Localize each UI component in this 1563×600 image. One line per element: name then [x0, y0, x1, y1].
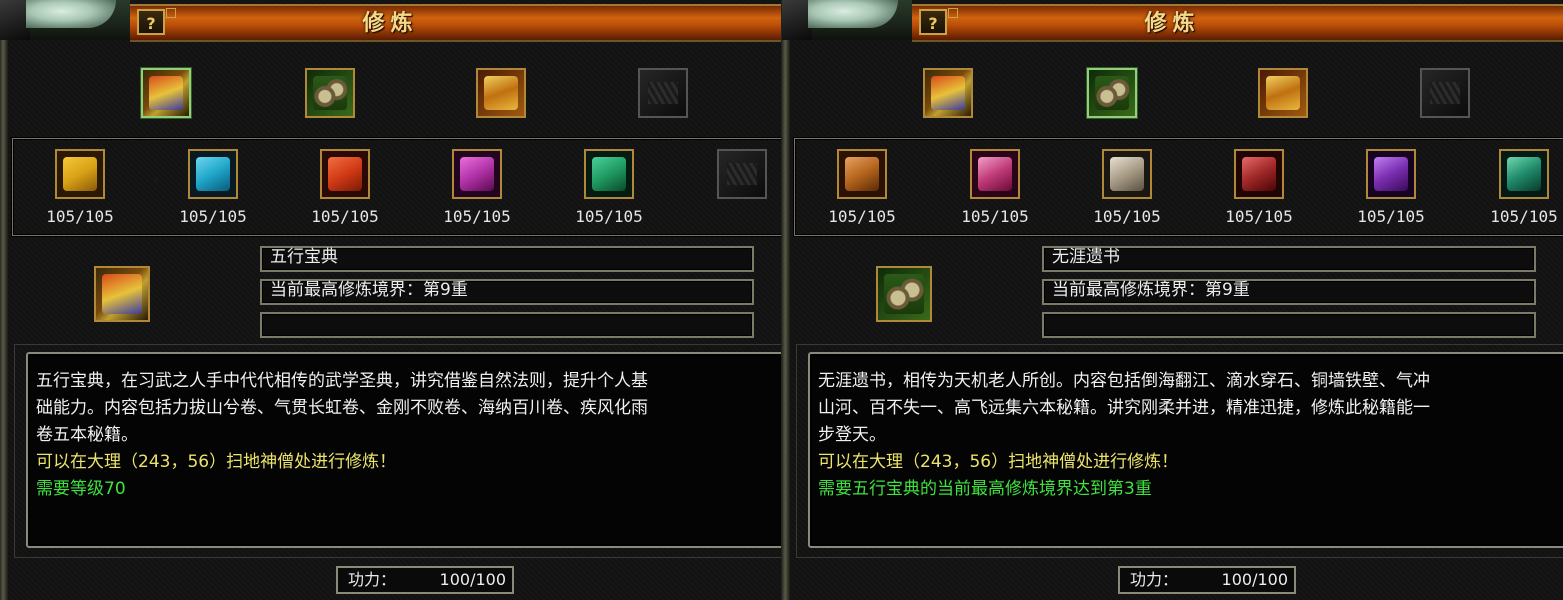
orange-scroll-icon[interactable] [837, 149, 887, 199]
violet-scroll-icon[interactable] [1366, 149, 1416, 199]
jade-scroll-icon[interactable] [1499, 149, 1549, 199]
manual-count: 105/105 [46, 207, 114, 226]
realm-level: 当前最高修炼境界：第9重 [1042, 279, 1536, 305]
manual-count: 105/105 [1357, 207, 1425, 226]
description-line: 五行宝典，在习武之人手中代代相传的武学圣典，讲究借鉴自然法则，提升个人基 [36, 371, 648, 391]
book-name: 五行宝典 [260, 246, 754, 272]
manual-count: 105/105 [1093, 207, 1161, 226]
location-line: 可以在大理（243，56）扫地神僧处进行修炼！ [36, 452, 397, 472]
treasure-scrolls-icon[interactable] [476, 68, 526, 118]
cultivation-panel-left: 修炼 ? 105/105 105/105 105/105 105/105 105… [0, 0, 781, 600]
description-line: 础能力。内容包括力拔山兮卷、气贯长虹卷、金刚不败卷、海纳百川卷、疾风化雨 [36, 398, 648, 418]
cultivation-panel-right: 修炼 ? 105/105 105/105 105/105 105/105 105… [782, 0, 1563, 600]
power-label: 功力： [348, 570, 397, 589]
treasure-scrolls-icon[interactable] [1258, 68, 1308, 118]
white-scroll-icon[interactable] [1102, 149, 1152, 199]
magenta-manual-icon[interactable] [452, 149, 502, 199]
red-manual-icon[interactable] [320, 149, 370, 199]
manual-count: 105/105 [179, 207, 247, 226]
title-bar: 修炼 ? [0, 0, 781, 42]
panel-title: 修炼 [1144, 11, 1201, 36]
help-dot-icon [166, 8, 176, 18]
power-value: 100/100 [1221, 570, 1288, 589]
manual-count: 105/105 [443, 207, 511, 226]
category-row [790, 44, 1563, 134]
panel-side-border [0, 40, 8, 600]
cyan-manual-icon[interactable] [188, 149, 238, 199]
manual-count: 105/105 [828, 207, 896, 226]
description-box: 五行宝典，在习武之人手中代代相传的武学圣典，讲究借鉴自然法则，提升个人基 础能力… [26, 352, 781, 548]
help-dot-icon [948, 8, 958, 18]
manual-count: 105/105 [311, 207, 379, 226]
power-value: 100/100 [439, 570, 506, 589]
power-display: 功力： 100/100 [336, 566, 514, 594]
golden-book-icon[interactable] [923, 68, 973, 118]
description-line: 步登天。 [818, 425, 886, 445]
requirement-line: 需要等级70 [36, 479, 126, 499]
manual-count: 105/105 [961, 207, 1029, 226]
crimson-scroll-icon[interactable] [1234, 149, 1284, 199]
manual-row: 105/105 105/105 105/105 105/105 105/105 [12, 138, 781, 236]
category-row [8, 44, 781, 134]
extra-info [1042, 312, 1536, 338]
extra-info [260, 312, 754, 338]
yellow-manual-icon[interactable] [55, 149, 105, 199]
title-bar: 修炼 ? [782, 0, 1563, 42]
empty-slot-icon [1420, 68, 1470, 118]
teal-manual-icon[interactable] [584, 149, 634, 199]
manual-count: 105/105 [1225, 207, 1293, 226]
empty-slot-icon [638, 68, 688, 118]
power-display: 功力： 100/100 [1118, 566, 1296, 594]
help-button[interactable]: ? [137, 9, 165, 35]
description-line: 卷五本秘籍。 [36, 425, 138, 445]
golden-book-icon[interactable] [141, 68, 191, 118]
manual-count: 105/105 [1490, 207, 1558, 226]
requirement-line: 需要五行宝典的当前最高修炼境界达到第3重 [818, 479, 1152, 499]
manual-count: 105/105 [575, 207, 643, 226]
help-button[interactable]: ? [919, 9, 947, 35]
realm-level: 当前最高修炼境界：第9重 [260, 279, 754, 305]
panel-title: 修炼 [362, 11, 419, 36]
location-line: 可以在大理（243，56）扫地神僧处进行修炼！ [818, 452, 1179, 472]
description-line: 无涯遗书，相传为天机老人所创。内容包括倒海翻江、滴水穿石、铜墙铁壁、气冲 [818, 371, 1430, 391]
power-label: 功力： [1130, 570, 1179, 589]
manual-row: 105/105 105/105 105/105 105/105 105/105 … [794, 138, 1563, 236]
panel-side-border [782, 40, 790, 600]
pink-scroll-icon[interactable] [970, 149, 1020, 199]
selected-scroll-bundle-icon [876, 266, 932, 322]
description-box: 无涯遗书，相传为天机老人所创。内容包括倒海翻江、滴水穿石、铜墙铁壁、气冲 山河、… [808, 352, 1563, 548]
book-name: 无涯遗书 [1042, 246, 1536, 272]
selected-golden-book-icon [94, 266, 150, 322]
description-line: 山河、百不失一、高飞远集六本秘籍。讲究刚柔并进，精准迅捷，修炼此秘籍能一 [818, 398, 1430, 418]
scroll-bundle-icon[interactable] [305, 68, 355, 118]
scroll-bundle-icon[interactable] [1087, 68, 1137, 118]
empty-slot-icon [717, 149, 767, 199]
